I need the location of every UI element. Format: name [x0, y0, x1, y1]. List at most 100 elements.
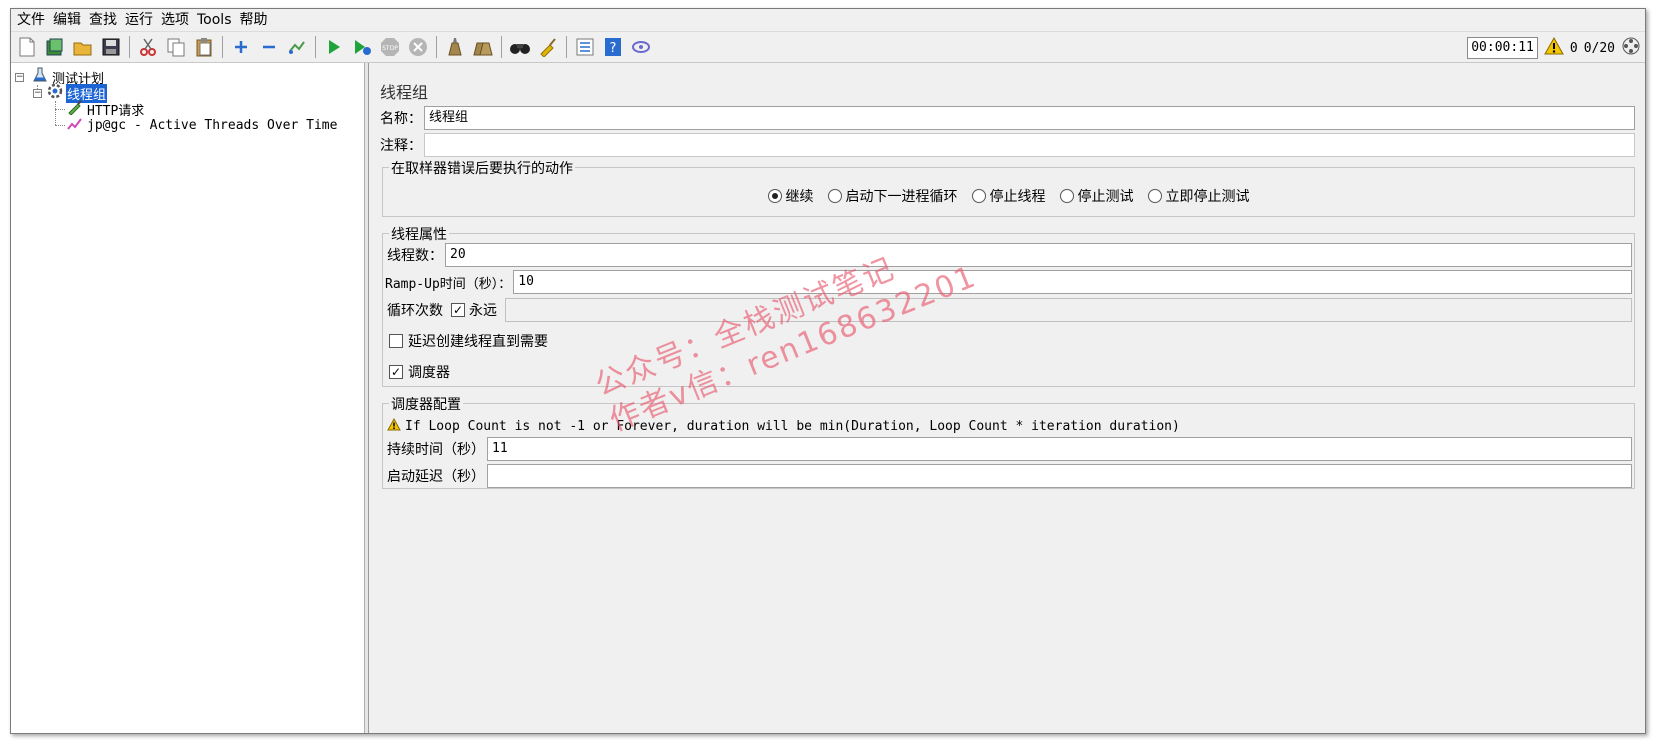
- radio-stop-thread[interactable]: 停止线程: [971, 186, 1046, 206]
- open-icon[interactable]: [70, 34, 96, 60]
- forever-checkbox-row[interactable]: ✓ 永远: [451, 300, 497, 320]
- tree-node-listener[interactable]: jp@gc - Active Threads Over Time: [67, 117, 338, 133]
- search-icon[interactable]: [507, 34, 533, 60]
- delay-thread-creation-row[interactable]: 延迟创建线程直到需要: [389, 331, 548, 351]
- shutdown-icon[interactable]: [405, 34, 431, 60]
- menu-search[interactable]: 查找: [85, 9, 121, 31]
- radio-button[interactable]: [767, 189, 782, 203]
- rampup-field[interactable]: 10: [513, 270, 1632, 294]
- name-field[interactable]: 线程组: [424, 106, 1635, 130]
- error-action-options: 继续 启动下一进程循环 停止线程 停止测试 立即停止测试: [383, 186, 1634, 206]
- tree-connector: [55, 109, 65, 110]
- scheduler-checkbox[interactable]: ✓: [389, 365, 403, 379]
- radio-button[interactable]: [827, 189, 842, 203]
- radio-stop-test[interactable]: 停止测试: [1059, 186, 1134, 206]
- help-icon[interactable]: ?: [600, 34, 626, 60]
- scheduler-row[interactable]: ✓ 调度器: [389, 362, 450, 382]
- toolbar-separator: [222, 36, 223, 58]
- rampup-row: Ramp-Up时间（秒）： 10: [385, 269, 1632, 295]
- remote-icon[interactable]: [628, 34, 654, 60]
- clear-all-icon[interactable]: [470, 34, 496, 60]
- toolbar-separator: [566, 36, 567, 58]
- jmeter-window: 文件 编辑 查找 运行 选项 Tools 帮助 STOP ? 00:00:11 …: [10, 8, 1646, 734]
- radio-label: 立即停止测试: [1165, 189, 1250, 205]
- radio-label: 停止线程: [989, 189, 1046, 205]
- paste-icon[interactable]: [191, 34, 217, 60]
- radio-label: 停止测试: [1077, 189, 1134, 205]
- menu-edit[interactable]: 编辑: [49, 9, 85, 31]
- error-action-group: 在取样器错误后要执行的动作 继续 启动下一进程循环 停止线程 停止测试 立即停止…: [382, 158, 1635, 217]
- reset-search-icon[interactable]: [535, 34, 561, 60]
- startup-delay-row: 启动延迟（秒）: [387, 463, 1632, 489]
- tree-label-http-request: HTTP请求: [87, 103, 145, 119]
- radio-continue[interactable]: 继续: [767, 186, 814, 206]
- stop-icon[interactable]: STOP: [377, 34, 403, 60]
- tree-label-listener: jp@gc - Active Threads Over Time: [87, 117, 338, 133]
- new-icon[interactable]: [14, 34, 40, 60]
- menu-help[interactable]: 帮助: [236, 9, 272, 31]
- threads-label: 线程数：: [387, 248, 443, 264]
- thread-properties-title: 线程属性: [389, 224, 449, 244]
- radio-label: 启动下一进程循环: [845, 189, 958, 205]
- error-action-title: 在取样器错误后要执行的动作: [389, 158, 575, 178]
- forever-checkbox[interactable]: ✓: [451, 303, 465, 317]
- save-icon[interactable]: [98, 34, 124, 60]
- collapse-icon[interactable]: [256, 34, 282, 60]
- toolbar-separator: [129, 36, 130, 58]
- duration-field[interactable]: 11: [487, 437, 1632, 461]
- menu-tools[interactable]: Tools: [193, 9, 236, 31]
- comment-field[interactable]: [424, 133, 1635, 157]
- radio-start-next-loop[interactable]: 启动下一进程循环: [827, 186, 958, 206]
- error-count: 0: [1569, 40, 1578, 56]
- scheduler-config-group: 调度器配置 If Loop Count is not -1 or Forever…: [382, 394, 1635, 489]
- collapse-toggle[interactable]: −: [33, 88, 42, 98]
- copy-icon[interactable]: [163, 34, 189, 60]
- start-icon[interactable]: [321, 34, 347, 60]
- toolbar-separator: [501, 36, 502, 58]
- active-threads-count: 0/20: [1583, 40, 1615, 56]
- radio-button[interactable]: [1147, 189, 1162, 203]
- collapse-toggle[interactable]: −: [15, 72, 24, 82]
- menu-options[interactable]: 选项: [157, 9, 193, 31]
- split-pane-divider[interactable]: [365, 63, 369, 733]
- scheduler-label: 调度器: [408, 365, 450, 381]
- name-row: 名称： 线程组: [380, 105, 1635, 131]
- scheduler-config-title: 调度器配置: [389, 394, 463, 414]
- startup-delay-field[interactable]: [487, 464, 1632, 488]
- warning-icon[interactable]: [1544, 36, 1564, 59]
- radio-label: 继续: [785, 189, 814, 205]
- threads-field[interactable]: 20: [445, 243, 1632, 267]
- expand-icon[interactable]: [228, 34, 254, 60]
- thread-group-panel: 线程组 名称： 线程组 注释： 在取样器错误后要执行的动作 继续 启动下一进程循…: [370, 63, 1645, 733]
- menu-run[interactable]: 运行: [121, 9, 157, 31]
- toggle-icon[interactable]: [284, 34, 310, 60]
- test-plan-icon: [33, 67, 47, 87]
- thread-properties-group: 线程属性 线程数： 20 Ramp-Up时间（秒）： 10 循环次数 ✓ 永远 …: [382, 224, 1635, 387]
- elapsed-timer: 00:00:11: [1467, 37, 1538, 59]
- start-no-pause-icon[interactable]: [349, 34, 375, 60]
- radio-stop-test-now[interactable]: 立即停止测试: [1147, 186, 1250, 206]
- warning-icon: [387, 417, 401, 435]
- function-helper-icon[interactable]: [572, 34, 598, 60]
- toolbar: STOP ? 00:00:11 0 0/20: [11, 31, 1645, 63]
- radio-button[interactable]: [971, 189, 986, 203]
- forever-label: 永远: [469, 303, 497, 319]
- comment-label: 注释：: [380, 138, 422, 154]
- cut-icon[interactable]: [135, 34, 161, 60]
- loop-count-field[interactable]: [505, 298, 1632, 322]
- radio-button[interactable]: [1059, 189, 1074, 203]
- toolbar-separator: [436, 36, 437, 58]
- tree-connector: [55, 101, 56, 125]
- menu-bar: 文件 编辑 查找 运行 选项 Tools 帮助: [11, 9, 1645, 31]
- menu-file[interactable]: 文件: [13, 9, 49, 31]
- delay-thread-creation-checkbox[interactable]: [389, 334, 403, 348]
- clear-icon[interactable]: [442, 34, 468, 60]
- threads-row: 线程数： 20: [387, 242, 1632, 268]
- loop-row: 循环次数 ✓ 永远: [387, 297, 1632, 323]
- toolbar-separator: [315, 36, 316, 58]
- running-indicator-icon: [1621, 36, 1641, 60]
- svg-text:STOP: STOP: [382, 45, 398, 52]
- comment-row: 注释：: [380, 132, 1635, 158]
- delay-thread-creation-label: 延迟创建线程直到需要: [408, 334, 548, 350]
- templates-icon[interactable]: [42, 34, 68, 60]
